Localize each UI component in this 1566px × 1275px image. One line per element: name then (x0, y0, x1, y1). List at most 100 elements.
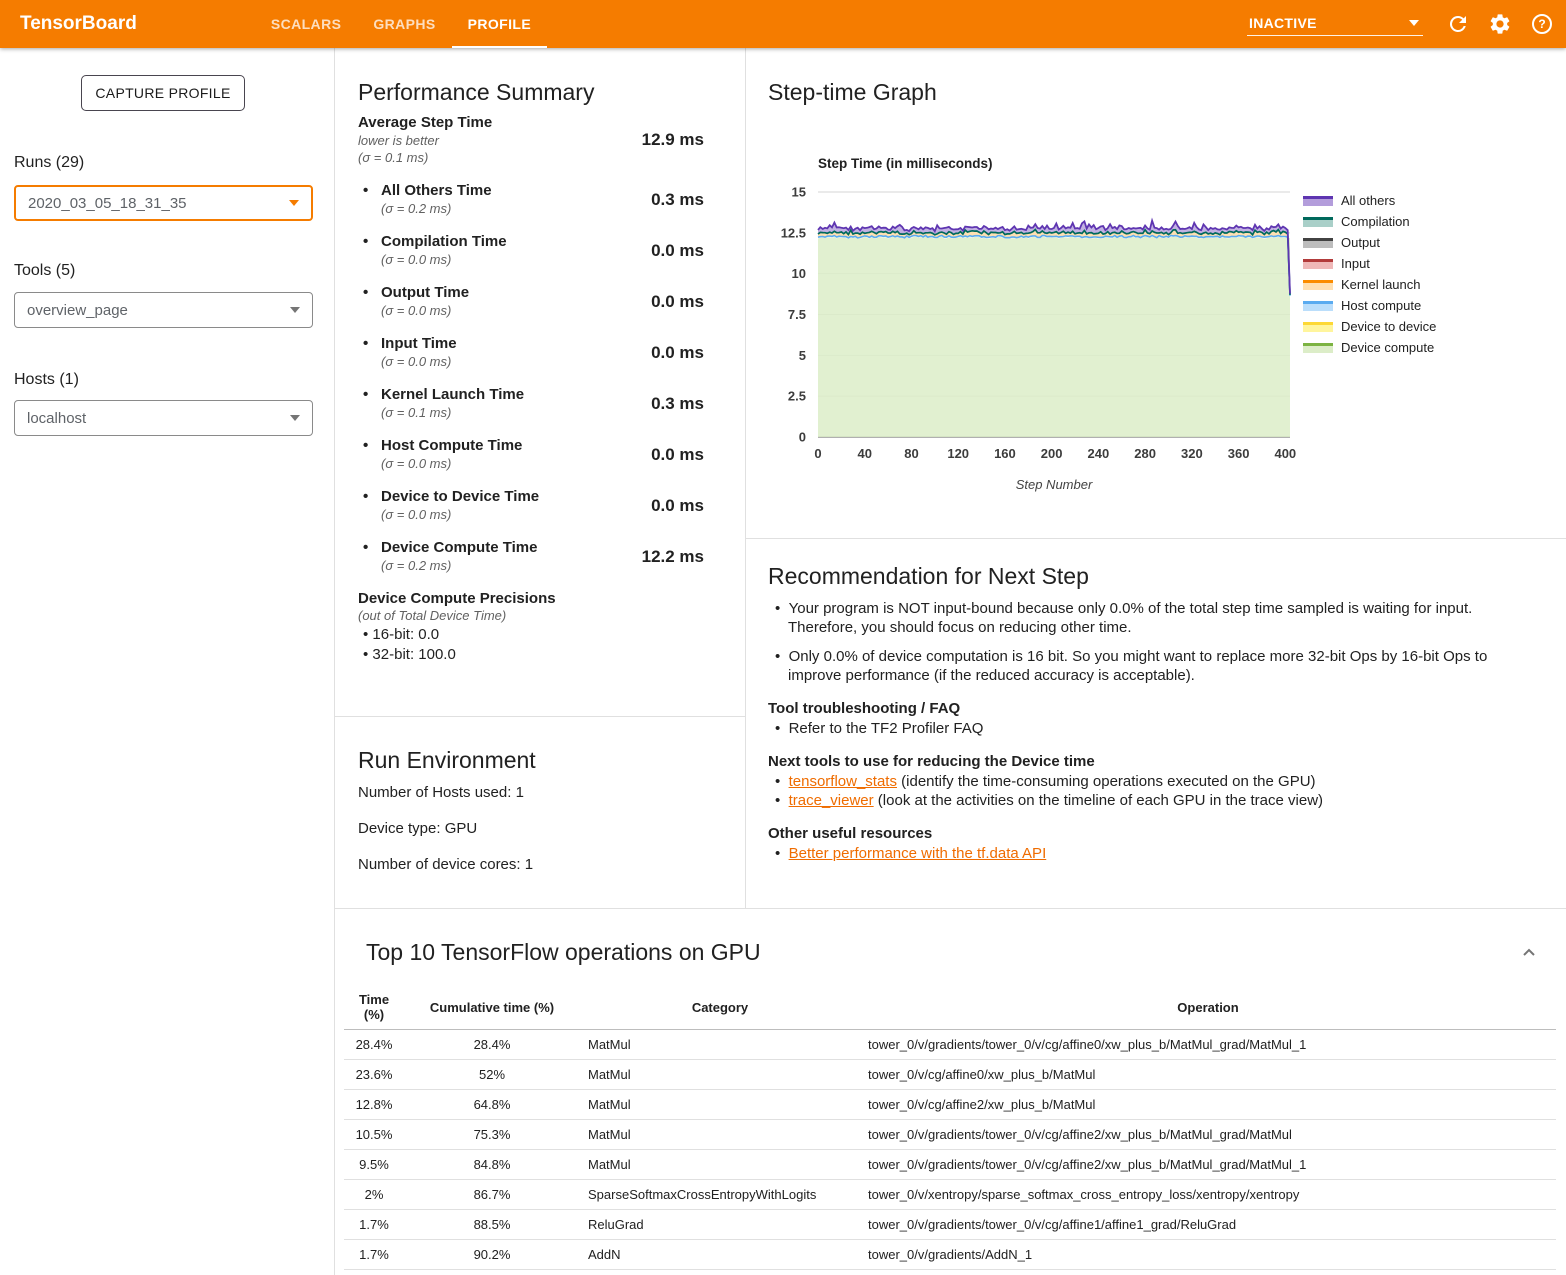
metric-left: •Input Time(σ = 0.0 ms) (358, 335, 457, 370)
legend-label: Kernel launch (1341, 277, 1421, 292)
legend-label: Output (1341, 235, 1380, 250)
cumulative-time-cell: 86.7% (404, 1180, 580, 1210)
tools-dropdown[interactable]: overview_page (14, 292, 313, 328)
metric-sigma: (σ = 0.0 ms) (381, 506, 539, 523)
chevron-down-icon (289, 200, 299, 206)
cumulative-time-cell: 64.8% (404, 1090, 580, 1120)
other-resource-item: • Better performance with the tf.data AP… (768, 844, 1530, 863)
category-cell: MatMul (580, 1090, 860, 1120)
operation-cell: append_apply_gradient_ops/GradientDescen… (860, 1270, 1556, 1275)
operation-cell: tower_0/v/gradients/tower_0/v/cg/affine1… (860, 1210, 1556, 1240)
metric-value: 0.0 ms (651, 241, 704, 261)
metric-sigma: (σ = 0.2 ms) (381, 557, 537, 574)
metric-value: 0.0 ms (651, 292, 704, 312)
tools-label: Tools (5) (14, 262, 75, 280)
capture-profile-button[interactable]: CAPTURE PROFILE (81, 75, 245, 111)
performance-metrics: Average Step Timelower is better(σ = 0.1… (358, 114, 704, 665)
metric-sigma: (σ = 0.1 ms) (381, 404, 524, 421)
svg-text:0: 0 (799, 430, 806, 445)
sidebar-divider (334, 48, 335, 1275)
nav-tabs: SCALARS GRAPHS PROFILE (255, 0, 547, 48)
metric-value: 0.0 ms (651, 445, 704, 465)
time-cell: 1.7% (344, 1270, 404, 1275)
time-cell: 10.5% (344, 1120, 404, 1150)
tab-profile[interactable]: PROFILE (452, 0, 547, 48)
tab-graphs[interactable]: GRAPHS (357, 0, 451, 48)
trace-viewer-link[interactable]: trace_viewer (789, 792, 874, 809)
svg-text:320: 320 (1181, 446, 1203, 461)
hosts-dropdown[interactable]: localhost (14, 400, 313, 436)
metric-row: •Compilation Time(σ = 0.0 ms)0.0 ms (358, 233, 704, 268)
tfdata-performance-link[interactable]: Better performance with the tf.data API (789, 845, 1047, 862)
metric-label: Kernel Launch Time (381, 386, 524, 404)
metric-text: All Others Time(σ = 0.2 ms) (381, 182, 492, 217)
faq-item: • Refer to the TF2 Profiler FAQ (768, 719, 1530, 738)
svg-text:160: 160 (994, 446, 1016, 461)
bullet-dot-icon: • (775, 720, 789, 737)
category-cell: AddN (580, 1240, 860, 1270)
navbar-right: INACTIVE ? (1247, 0, 1566, 48)
time-cell: 2% (344, 1180, 404, 1210)
legend-item: Host compute (1303, 295, 1436, 316)
status-dropdown[interactable]: INACTIVE (1247, 13, 1423, 36)
chevron-down-icon (290, 415, 300, 421)
next-tool-desc: (identify the time-consuming operations … (897, 773, 1316, 790)
metric-left: •Host Compute Time(σ = 0.0 ms) (358, 437, 522, 472)
column-divider (745, 48, 746, 908)
cumulative-time-cell: 88.5% (404, 1210, 580, 1240)
tools-dropdown-value: overview_page (27, 302, 128, 319)
tensorflow-stats-link[interactable]: tensorflow_stats (789, 773, 897, 790)
performance-summary-title: Performance Summary (358, 79, 594, 106)
metric-row: •All Others Time(σ = 0.2 ms)0.3 ms (358, 182, 704, 217)
collapse-chevron-up-icon[interactable] (1518, 941, 1540, 963)
cumulative-time-cell: 75.3% (404, 1120, 580, 1150)
run-environment-item: Number of device cores: 1 (358, 856, 533, 873)
operation-cell: tower_0/v/gradients/AddN_1 (860, 1240, 1556, 1270)
legend-swatch-icon (1303, 280, 1333, 290)
legend-label: Device to device (1341, 319, 1436, 334)
chart-legend: All othersCompilationOutputInputKernel l… (1303, 190, 1436, 358)
metric-label: Input Time (381, 335, 457, 353)
category-cell: ReluGrad (580, 1210, 860, 1240)
precisions-subtitle: (out of Total Device Time) (358, 607, 704, 625)
metric-row: •Kernel Launch Time(σ = 0.1 ms)0.3 ms (358, 386, 704, 421)
metric-left: •All Others Time(σ = 0.2 ms) (358, 182, 492, 217)
top-navbar: TensorBoard SCALARS GRAPHS PROFILE INACT… (0, 0, 1566, 48)
svg-text:280: 280 (1134, 446, 1156, 461)
bullet-dot-icon: • (775, 600, 789, 617)
metric-value: 0.0 ms (651, 343, 704, 363)
time-cell: 28.4% (344, 1030, 404, 1060)
bullet-dot-icon: • (363, 233, 381, 268)
tab-scalars[interactable]: SCALARS (255, 0, 357, 48)
metric-subtitle: lower is better (358, 132, 492, 149)
reload-icon[interactable] (1446, 12, 1470, 36)
table-row: 9.5%84.8%MatMultower_0/v/gradients/tower… (344, 1150, 1556, 1180)
recommendation-title: Recommendation for Next Step (768, 563, 1089, 590)
metric-row: •Device to Device Time(σ = 0.0 ms)0.0 ms (358, 488, 704, 523)
table-row: 2%86.7%SparseSoftmaxCrossEntropyWithLogi… (344, 1180, 1556, 1210)
operation-cell: tower_0/v/gradients/tower_0/v/cg/affine2… (860, 1150, 1556, 1180)
legend-swatch-icon (1303, 343, 1333, 353)
recommendation-body: • Your program is NOT input-bound becaus… (768, 599, 1530, 863)
cumulative-time-cell: 84.8% (404, 1150, 580, 1180)
cumulative-time-cell: 90.2% (404, 1240, 580, 1270)
svg-text:10: 10 (792, 266, 806, 281)
runs-label: Runs (29) (14, 154, 84, 172)
settings-gear-icon[interactable] (1488, 12, 1512, 36)
cumulative-time-cell: 91.9% (404, 1270, 580, 1275)
svg-text:0: 0 (814, 446, 821, 461)
metric-label: All Others Time (381, 182, 492, 200)
legend-label: Host compute (1341, 298, 1421, 313)
legend-swatch-icon (1303, 322, 1333, 332)
runs-dropdown[interactable]: 2020_03_05_18_31_35 (14, 185, 313, 221)
svg-text:360: 360 (1228, 446, 1250, 461)
metric-row: •Host Compute Time(σ = 0.0 ms) 0.0 ms (358, 437, 704, 472)
legend-label: Input (1341, 256, 1370, 271)
operation-cell: tower_0/v/gradients/tower_0/v/cg/affine2… (860, 1120, 1556, 1150)
table-header-row: Time (%)Cumulative time (%)CategoryOpera… (344, 985, 1556, 1030)
metric-sigma: (σ = 0.2 ms) (381, 200, 492, 217)
metric-sigma: (σ = 0.0 ms) (381, 353, 457, 370)
metric-left: •Kernel Launch Time(σ = 0.1 ms) (358, 386, 524, 421)
cumulative-time-cell: 28.4% (404, 1030, 580, 1060)
help-icon[interactable]: ? (1530, 12, 1554, 36)
